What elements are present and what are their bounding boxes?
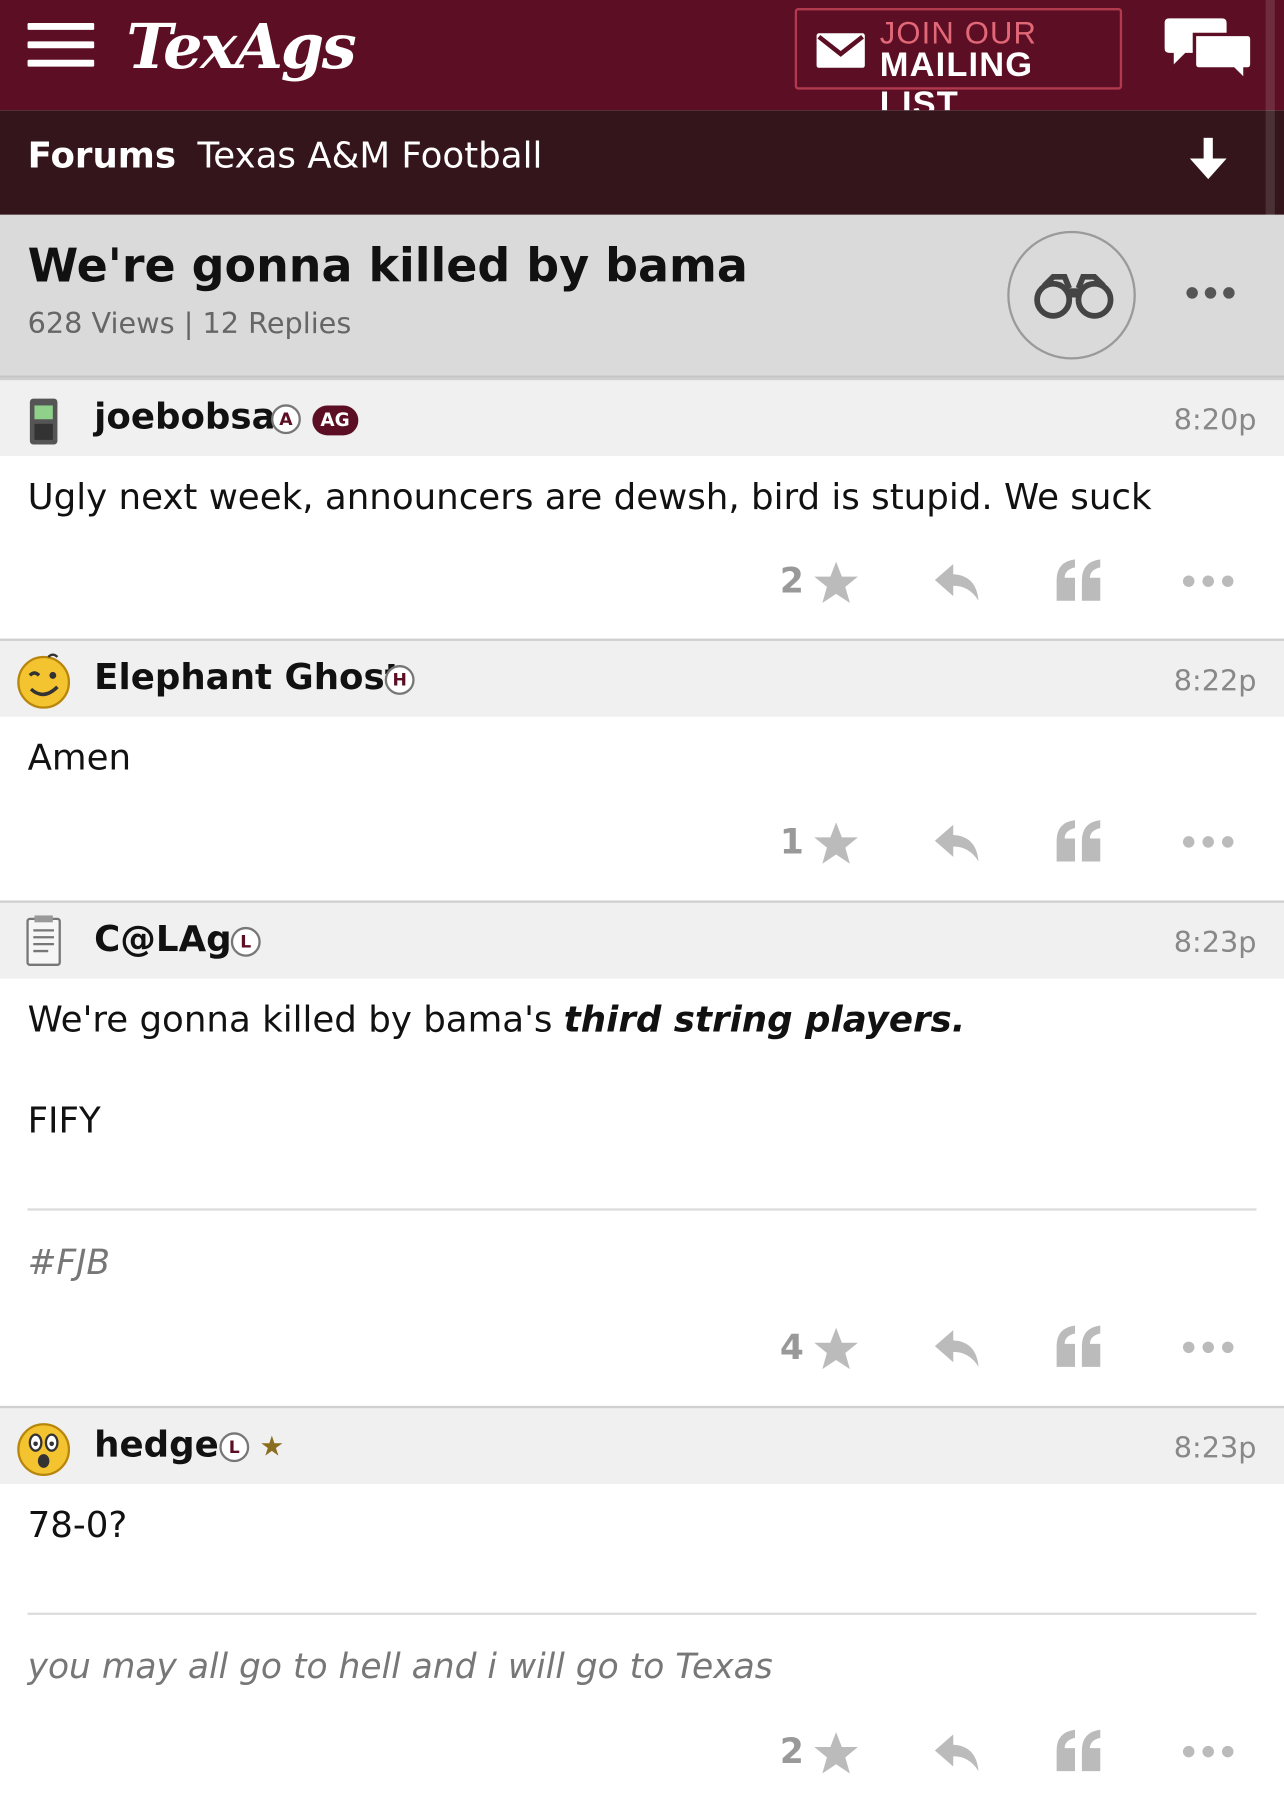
breadcrumb: Forums Texas A&M Football [0,110,1284,215]
post-header: hedge L ★ 8:23p [0,1405,1284,1484]
quote-icon[interactable] [1054,818,1102,864]
more-icon[interactable] [1183,284,1238,302]
post-body: Ugly next week, announcers are dewsh, bi… [27,476,1152,519]
post-actions: 4 [0,1323,1284,1380]
post-username[interactable]: Elephant Ghost [94,657,402,698]
reply-icon[interactable] [933,562,981,603]
watch-thread-button[interactable] [1007,230,1136,360]
post-body-emphasis: third string players. [563,999,966,1041]
post-username[interactable]: C@LAg [94,919,231,960]
binoculars-icon [1034,273,1114,319]
more-icon[interactable] [1181,834,1236,850]
post-header: joebobsa A AG 8:20p [0,377,1284,456]
mailing-list-button[interactable]: JOIN OUR MAILING LIST [794,8,1123,123]
rating-count: 4 [779,1327,804,1368]
post-actions: 2 [0,1727,1284,1784]
surprised-face-avatar-icon[interactable] [14,1417,74,1477]
post-body: 78-0? [27,1504,128,1547]
envelope-icon [816,33,865,68]
more-icon[interactable] [1181,1339,1236,1355]
post: hedge L ★ 8:23p 78-0? you may all go to … [0,1405,1284,1801]
badge-l: L [230,926,261,957]
reply-icon[interactable] [933,1732,981,1773]
post-time: 8:22p [1173,663,1257,698]
phone-avatar-icon[interactable] [14,389,74,449]
notepad-avatar-icon[interactable] [14,912,74,972]
scrollbar[interactable] [1265,0,1275,215]
more-icon[interactable] [1181,1744,1236,1760]
top-bar: TexAgs JOIN OUR MAILING LIST [0,0,1284,123]
post-time: 8:20p [1173,403,1257,437]
star-icon[interactable] [813,559,859,605]
rating-count: 2 [779,561,804,602]
star-icon[interactable] [813,1730,859,1776]
quote-icon[interactable] [1054,1727,1102,1773]
post-body: We're gonna killed by bama's third strin… [28,997,966,1043]
post-signature: you may all go to hell and i will go to … [27,1647,773,1688]
menu-icon[interactable] [27,22,95,69]
reply-icon[interactable] [933,1328,981,1369]
post-username[interactable]: hedge [94,1424,219,1465]
post-time: 8:23p [1173,925,1257,960]
thread-header: We're gonna killed by bama 628 Views | 1… [0,214,1284,378]
post-body: Amen [27,737,132,779]
post-header: C@LAg L 8:23p [0,900,1284,979]
more-icon[interactable] [1181,573,1236,589]
badge-ag: AG [312,405,358,436]
rating-count: 1 [779,822,804,863]
winking-face-avatar-icon[interactable] [14,650,74,710]
reply-icon[interactable] [933,822,981,863]
signature-divider [27,1612,1257,1615]
thread-title: We're gonna killed by bama [27,240,748,293]
badge-h: H [384,665,415,695]
breadcrumb-board[interactable]: Texas A&M Football [198,136,543,177]
breadcrumb-forums[interactable]: Forums [28,136,177,177]
signature-divider [27,1208,1257,1211]
chat-bubbles-icon[interactable] [1164,14,1255,83]
post: C@LAg L 8:23p We're gonna killed by bama… [0,900,1284,1406]
badge-star: ★ [259,1430,285,1463]
post-time: 8:23p [1173,1431,1257,1465]
quote-icon[interactable] [1054,1323,1102,1369]
down-arrow-icon[interactable] [1188,136,1229,182]
post-username[interactable]: joebobsa [94,396,275,437]
star-icon[interactable] [813,820,859,866]
badge-a: A [271,404,301,435]
badge-l: L [219,1432,250,1463]
post-actions: 1 [0,818,1284,875]
post: joebobsa A AG 8:20p Ugly next week, anno… [0,377,1284,639]
star-icon[interactable] [813,1325,859,1371]
site-logo[interactable]: TexAgs [126,9,356,83]
thread-stats: 628 Views | 12 Replies [27,306,352,340]
post: Elephant Ghost H 8:22p Amen 1 [0,638,1284,901]
rating-count: 2 [779,1732,804,1773]
quote-icon[interactable] [1054,557,1102,603]
post-actions: 2 [0,557,1284,614]
post-header: Elephant Ghost H 8:22p [0,638,1284,717]
post-body-text: We're gonna killed by bama's [27,999,564,1041]
post-signature: #FJB [27,1242,111,1283]
post-body-line2: FIFY [27,1100,101,1142]
